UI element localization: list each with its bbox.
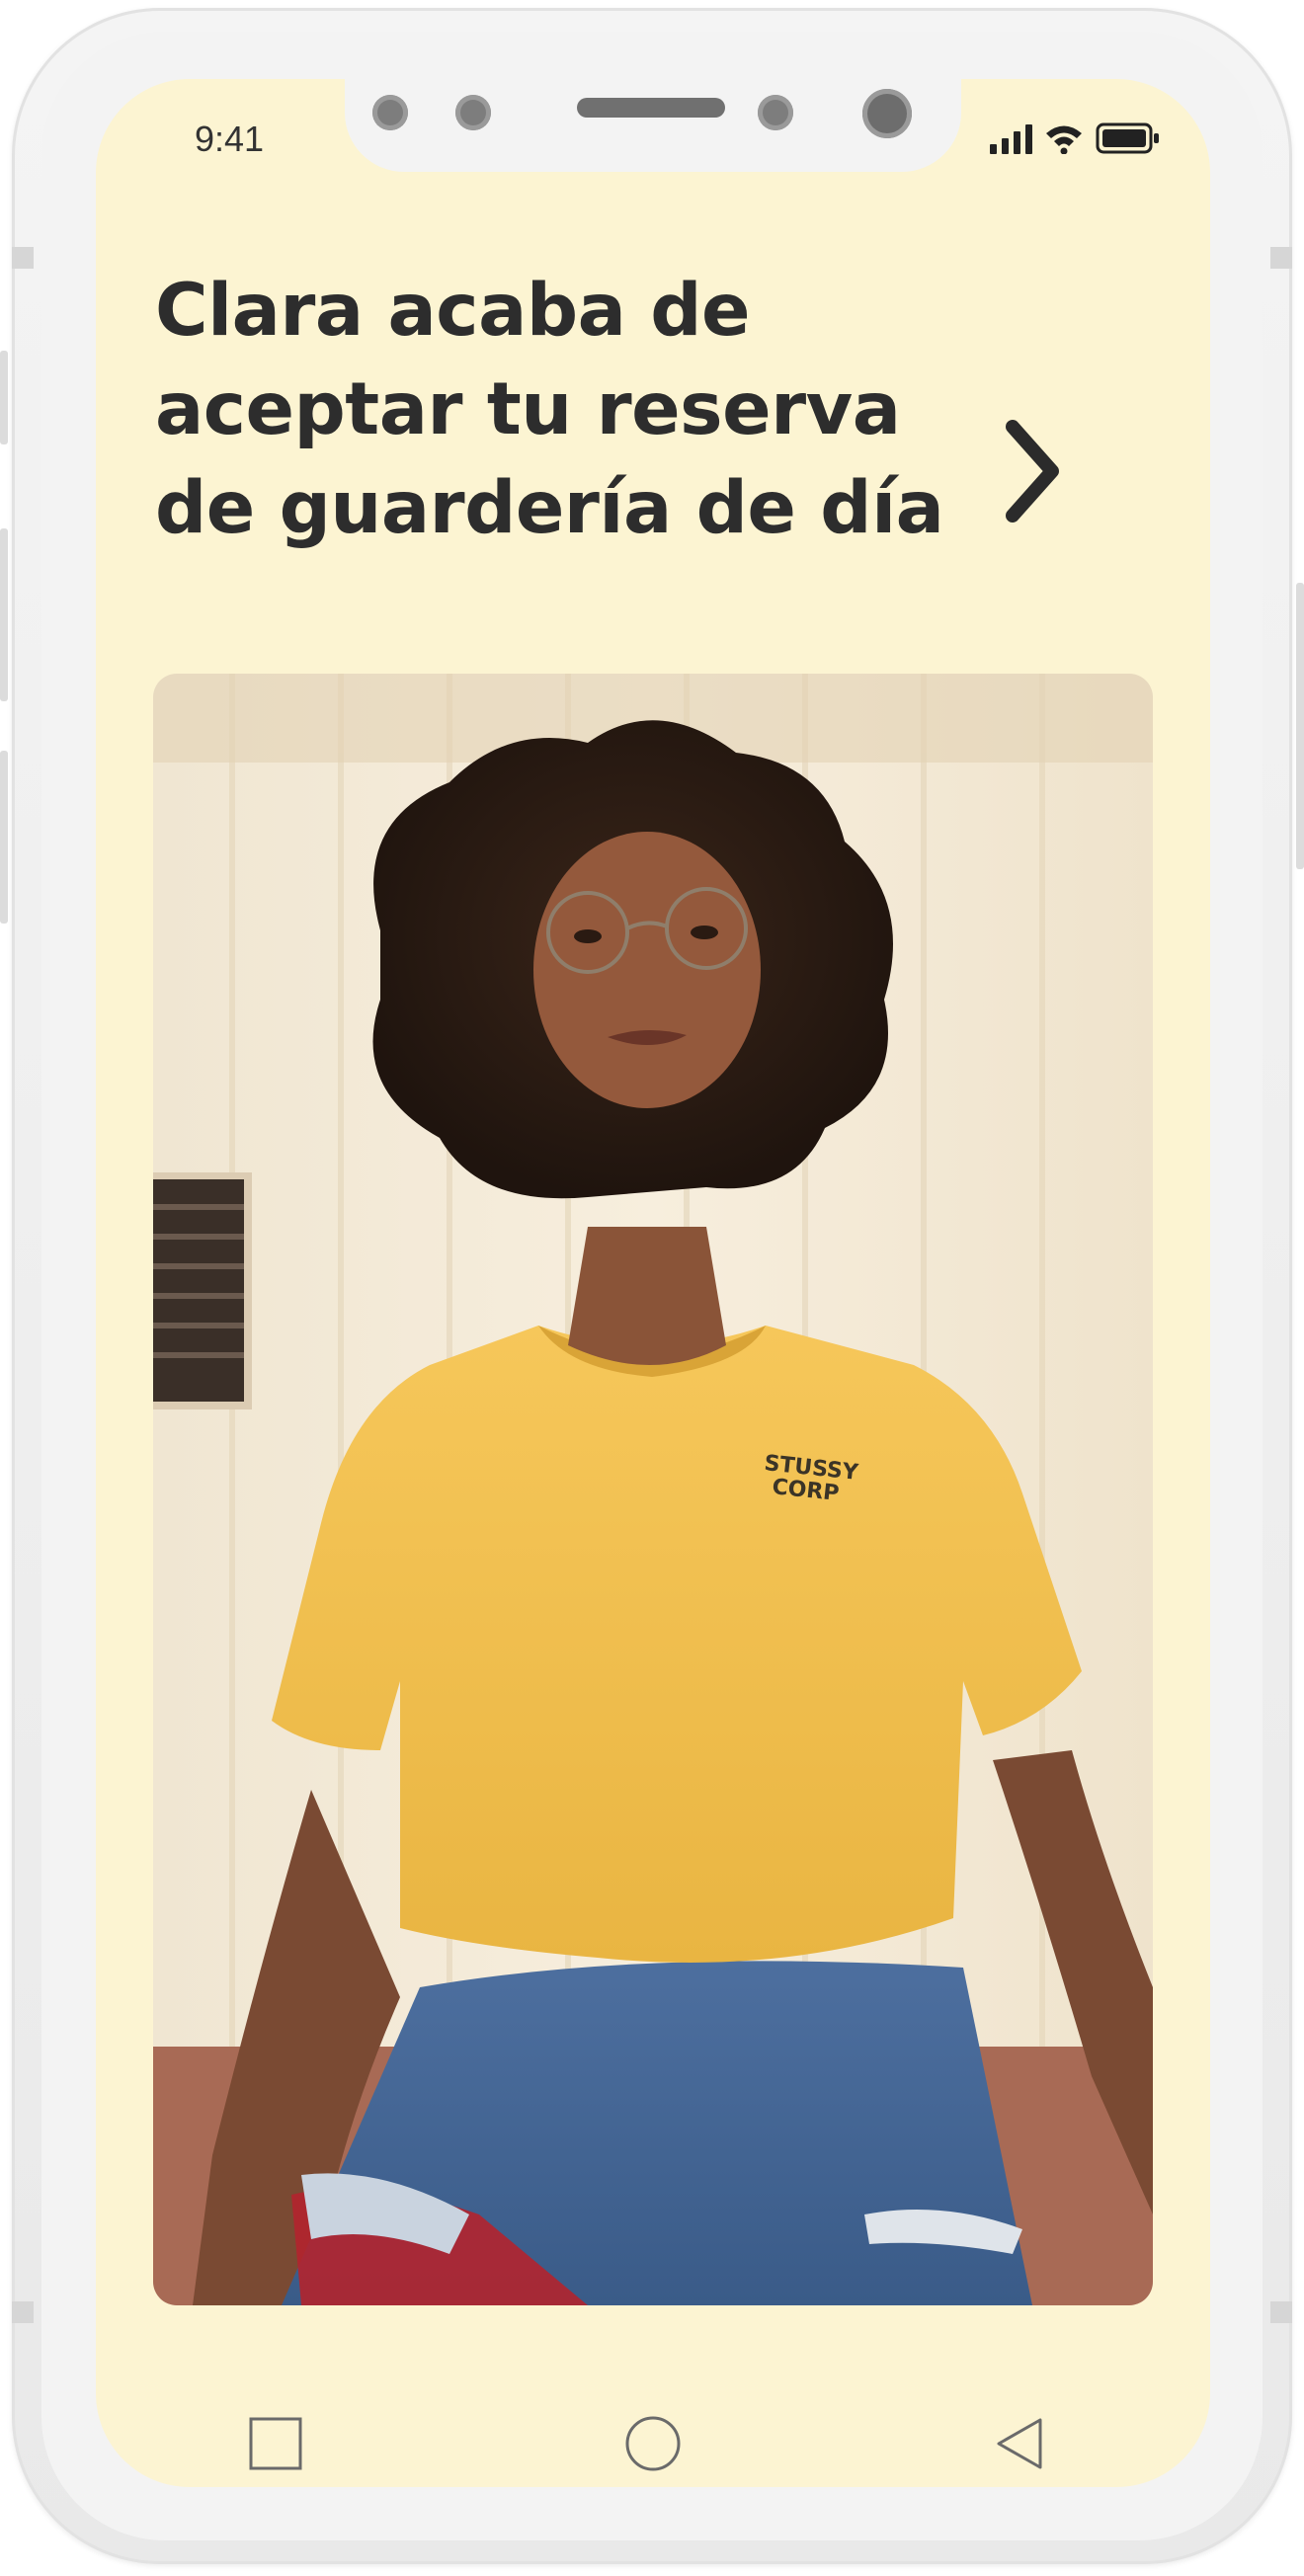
wifi-icon [1046, 125, 1082, 154]
headline-line: Clara acaba de [155, 269, 751, 353]
power-button [1296, 583, 1304, 869]
notification-headline[interactable]: Clara acaba de aceptar tu reserva de gua… [155, 262, 945, 558]
volume-up-button [0, 351, 8, 444]
phone-screen: 9:41 Clara acaba de aceptar tu reserva d… [96, 79, 1210, 2487]
status-icons [990, 122, 1161, 154]
notch [345, 79, 961, 172]
sensor-dot [455, 95, 491, 130]
triangle-back-icon[interactable] [969, 2394, 1068, 2487]
headline-line: aceptar tu reserva [155, 367, 901, 451]
sensor-dot [758, 95, 793, 130]
antenna-band [1270, 247, 1292, 269]
circle-home-icon[interactable] [604, 2394, 702, 2487]
antenna-band [1270, 2301, 1292, 2323]
signal-icon [990, 124, 1032, 154]
speaker-grille [577, 98, 725, 118]
front-camera [862, 89, 912, 138]
sensor-dot [372, 95, 408, 130]
profile-photo: STUSSY CORP [153, 674, 1153, 2305]
mute-switch [0, 751, 8, 924]
volume-down-button [0, 528, 8, 701]
navigation-bar [96, 2394, 1210, 2487]
antenna-band [12, 2301, 34, 2323]
headline-line: de guardería de día [155, 466, 944, 550]
battery-icon [1096, 122, 1159, 154]
chevron-right-icon[interactable] [1003, 417, 1062, 525]
person-photo-illustration: STUSSY CORP [153, 674, 1153, 2305]
status-time: 9:41 [195, 119, 265, 159]
antenna-band [12, 247, 34, 269]
square-recents-icon[interactable] [226, 2394, 325, 2487]
